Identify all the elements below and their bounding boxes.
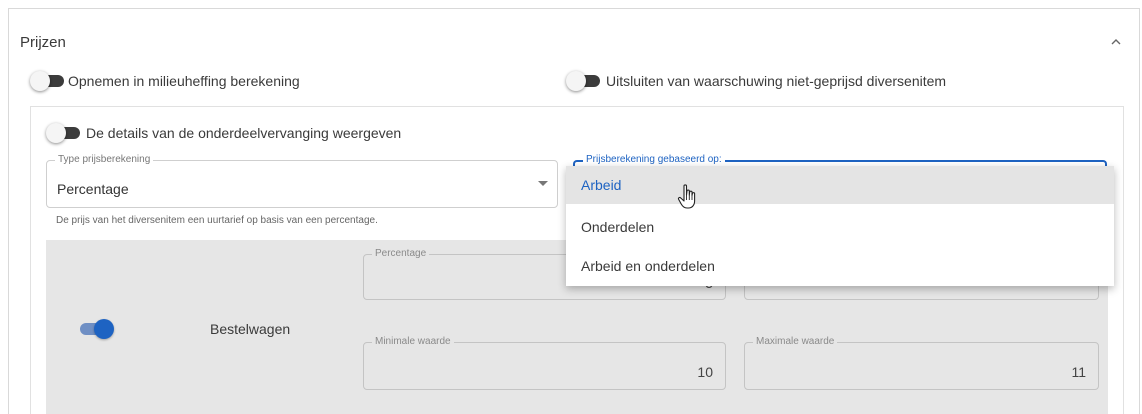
toggle-knob (46, 123, 66, 143)
option-onderdelen[interactable]: Onderdelen (566, 208, 1114, 246)
min-value: 10 (697, 364, 713, 380)
max-value: 11 (1071, 364, 1086, 380)
toggle-knob (566, 71, 586, 91)
pricing-basis-dropdown: Arbeid Onderdelen Arbeid en onderdelen (566, 166, 1114, 286)
toggle-knob (30, 71, 50, 91)
max-value-field[interactable]: Maximale waarde 11 (744, 336, 1099, 390)
toggle-knob (94, 319, 114, 339)
exclude-warning-toggle[interactable] (566, 70, 604, 91)
percentage-legend: Percentage (372, 248, 430, 260)
pricing-type-value: Percentage (57, 181, 129, 197)
pricing-basis-legend: Prijsberekening gebaseerd op: (583, 154, 725, 166)
hand-cursor-icon (677, 184, 696, 209)
vehicle-toggle[interactable] (76, 318, 114, 339)
pricing-type-helper: De prijs van het diversenitem een uurtar… (56, 215, 378, 226)
exclude-warning-label: Uitsluiten van waarschuwing niet-geprijs… (606, 73, 947, 89)
pricing-type-select[interactable]: Type prijsberekening Percentage (46, 154, 558, 208)
part-replacement-toggle[interactable] (46, 122, 84, 143)
option-arbeid[interactable]: Arbeid (566, 166, 1114, 204)
environment-fee-label: Opnemen in milieuheffing berekening (68, 73, 300, 89)
option-arbeid-en-onderdelen[interactable]: Arbeid en onderdelen (566, 247, 1114, 285)
chevron-up-icon[interactable] (1110, 36, 1122, 48)
max-value-legend: Maximale waarde (753, 336, 838, 348)
vehicle-label: Bestelwagen (210, 321, 291, 337)
min-value-field[interactable]: Minimale waarde 10 (363, 336, 726, 390)
section-title: Prijzen (20, 34, 66, 51)
min-value-legend: Minimale waarde (372, 336, 454, 348)
caret-down-icon (538, 181, 548, 186)
part-replacement-label: De details van de onderdeelvervanging we… (86, 125, 402, 141)
pricing-type-legend: Type prijsberekening (55, 154, 154, 166)
environment-fee-toggle[interactable] (30, 70, 68, 91)
